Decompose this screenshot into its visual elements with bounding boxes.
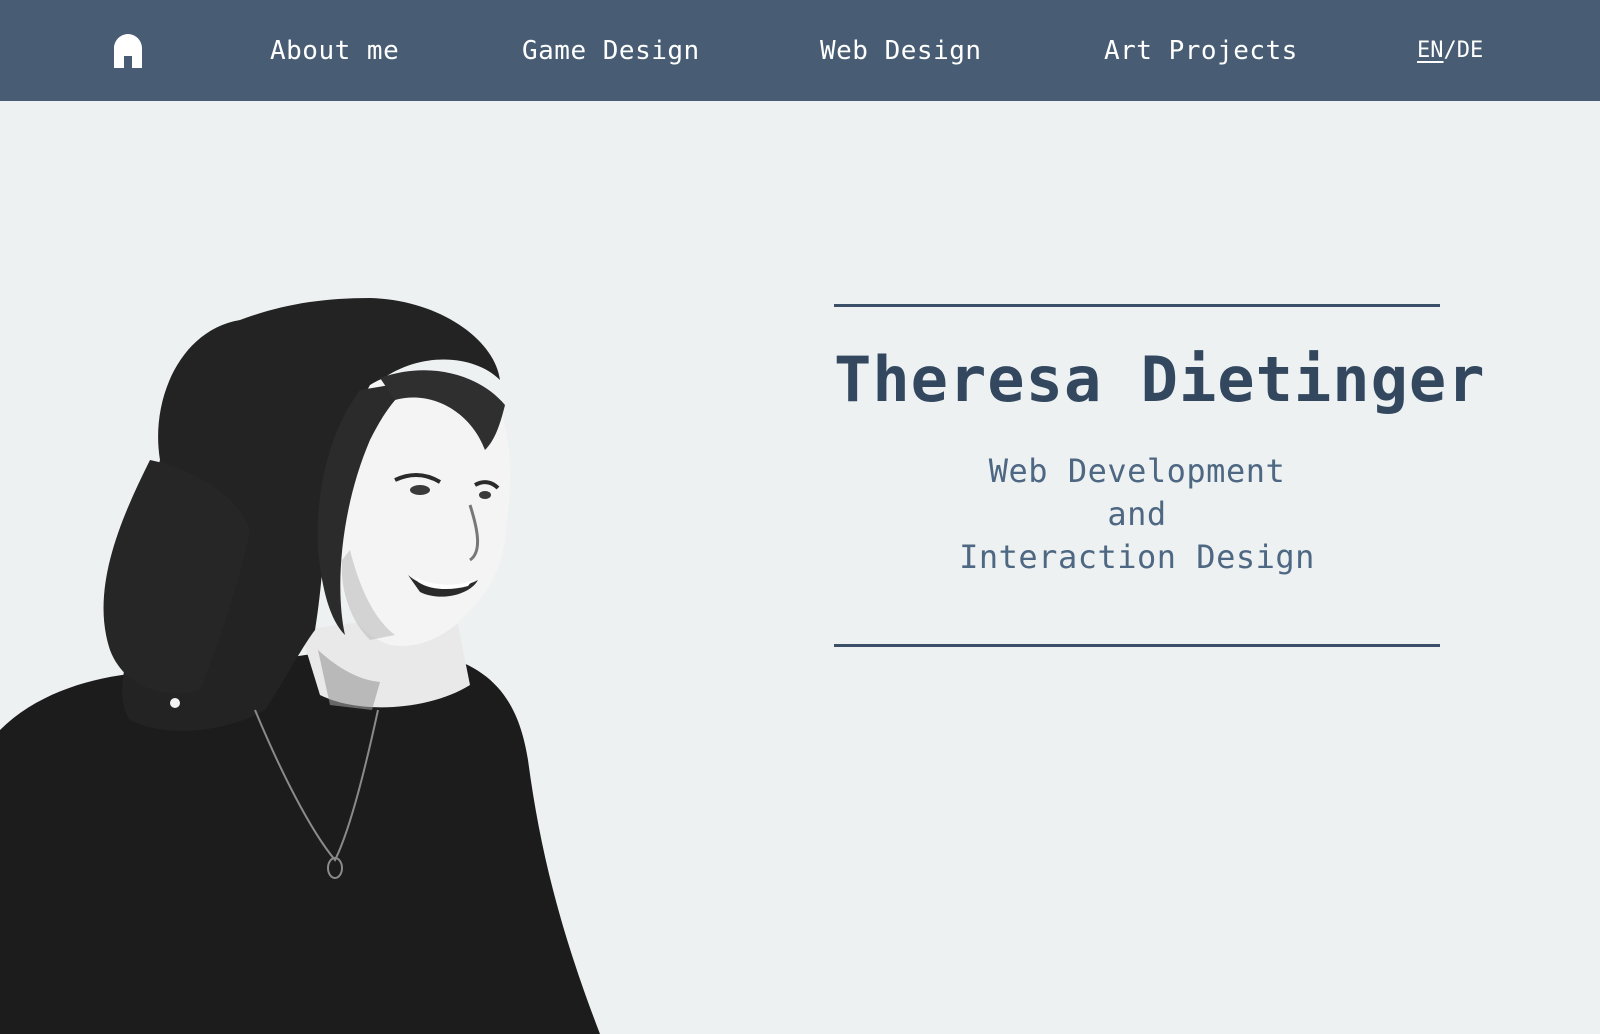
subtitle-line: and <box>1107 495 1167 533</box>
lang-de-link[interactable]: DE <box>1457 38 1484 63</box>
page-subtitle: Web Development and Interaction Design <box>834 450 1440 579</box>
nav-link-about-me[interactable]: About me <box>270 34 399 68</box>
top-divider <box>834 304 1440 307</box>
page-title: Theresa Dietinger <box>834 343 1486 416</box>
bottom-divider <box>834 644 1440 647</box>
nav-link-art-projects[interactable]: Art Projects <box>1104 34 1298 68</box>
navbar: About me Game Design Web Design Art Proj… <box>0 0 1600 101</box>
nav-link-web-design[interactable]: Web Design <box>820 34 982 68</box>
lang-en-link[interactable]: EN <box>1417 38 1444 63</box>
subtitle-line: Interaction Design <box>959 538 1315 576</box>
nav-link-game-design[interactable]: Game Design <box>522 34 700 68</box>
home-icon[interactable] <box>110 33 146 69</box>
hero-section: Theresa Dietinger Web Development and In… <box>834 304 1486 647</box>
subtitle-line: Web Development <box>988 452 1286 490</box>
portrait-illustration <box>0 298 600 1034</box>
lang-separator: / <box>1443 38 1457 63</box>
language-switcher: EN/DE <box>1417 37 1483 65</box>
